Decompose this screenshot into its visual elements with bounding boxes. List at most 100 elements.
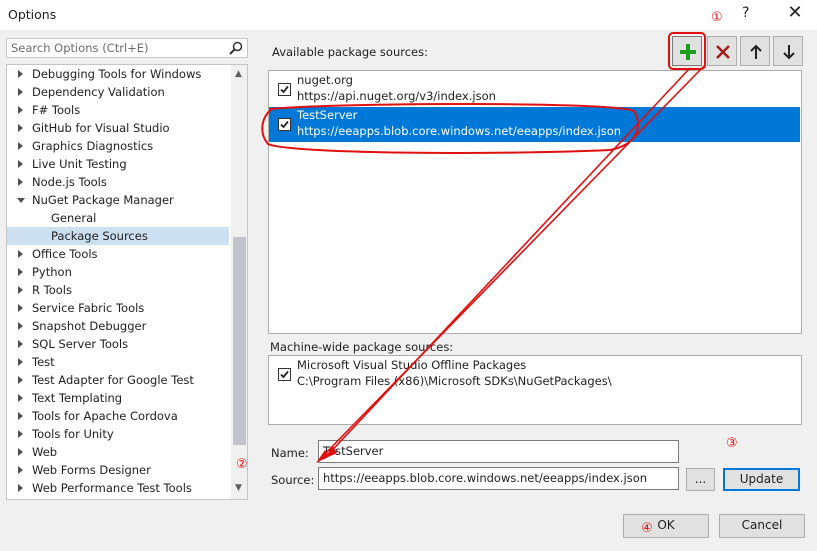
tree-item[interactable]: Text Templating (7, 389, 229, 407)
add-source-button[interactable] (672, 36, 702, 66)
chevron-right-icon[interactable] (18, 286, 23, 294)
chevron-right-icon[interactable] (18, 178, 23, 186)
chevron-right-icon[interactable] (18, 394, 23, 402)
tree-item-label: Dependency Validation (32, 85, 165, 99)
package-source-item[interactable]: nuget.org https://api.nuget.org/v3/index.… (269, 72, 800, 107)
tree-item-label: NuGet Package Manager (32, 193, 174, 207)
tree-item-label: Web Performance Test Tools (32, 481, 192, 495)
tree-item-label: Web (32, 445, 58, 459)
name-field[interactable]: TestServer (318, 440, 679, 463)
tree-item[interactable]: SQL Server Tools (7, 335, 229, 353)
chevron-right-icon[interactable] (18, 160, 23, 168)
remove-source-button[interactable] (707, 36, 737, 66)
move-up-button[interactable] (740, 36, 770, 66)
update-button[interactable]: Update (723, 468, 800, 491)
arrow-up-icon (750, 44, 762, 59)
tree-item-label: General (51, 211, 97, 225)
chevron-right-icon[interactable] (18, 448, 23, 456)
tree-item-label: Text Templating (32, 391, 123, 405)
tree-item[interactable]: Python (7, 263, 229, 281)
tree-item[interactable]: Test (7, 353, 229, 371)
tree-item-label: Debugging Tools for Windows (32, 67, 202, 81)
tree-item[interactable]: Office Tools (7, 245, 229, 263)
chevron-right-icon[interactable] (18, 304, 23, 312)
tree-item[interactable]: Graphics Diagnostics (7, 137, 229, 155)
tree-item-label: Service Fabric Tools (32, 301, 145, 315)
search-icon[interactable] (228, 40, 244, 56)
package-source-item[interactable]: Microsoft Visual Studio Offline Packages… (269, 357, 800, 392)
tree-item[interactable]: Service Fabric Tools (7, 299, 229, 317)
chevron-right-icon[interactable] (18, 106, 23, 114)
x-icon (716, 45, 730, 59)
cancel-button[interactable]: Cancel (719, 514, 805, 538)
package-source-item[interactable]: TestServer https://eeapps.blob.core.windo… (269, 107, 800, 142)
chevron-right-icon[interactable] (18, 250, 23, 258)
chevron-right-icon[interactable] (18, 412, 23, 420)
chevron-right-icon[interactable] (18, 88, 23, 96)
tree-item-label: Test Adapter for Google Test (32, 373, 194, 387)
enabled-checkbox[interactable] (278, 368, 291, 381)
tree-item[interactable]: R Tools (7, 281, 229, 299)
tree-item[interactable]: Web (7, 443, 229, 461)
browse-button[interactable]: ... (686, 468, 715, 491)
tree-item-label: F# Tools (32, 103, 81, 117)
chevron-right-icon[interactable] (18, 376, 23, 384)
chevron-right-icon[interactable] (18, 358, 23, 366)
tree-item-label: Node.js Tools (32, 175, 107, 189)
window-title: Options (8, 7, 57, 22)
help-button[interactable]: ? (742, 5, 749, 21)
tree-scrollbar[interactable]: ▲ ▼ (231, 65, 247, 499)
source-name: Microsoft Visual Studio Offline Packages (297, 358, 527, 372)
tree-item-label: Web Forms Designer (32, 463, 151, 477)
tree-item[interactable]: Dependency Validation (7, 83, 229, 101)
chevron-right-icon[interactable] (18, 466, 23, 474)
options-tree[interactable]: Debugging Tools for Windows Dependency Va… (6, 64, 248, 500)
tree-item-label: Live Unit Testing (32, 157, 127, 171)
tree-item[interactable]: Package Sources (7, 227, 229, 245)
chevron-right-icon[interactable] (18, 430, 23, 438)
tree-item[interactable]: Web Forms Designer (7, 461, 229, 479)
tree-item[interactable]: General (7, 209, 229, 227)
tree-item[interactable]: GitHub for Visual Studio (7, 119, 229, 137)
scroll-down-icon[interactable]: ▼ (235, 483, 242, 493)
tree-item[interactable]: Web Performance Test Tools (7, 479, 229, 497)
tree-item[interactable]: Tools for Unity (7, 425, 229, 443)
source-field[interactable]: https://eeapps.blob.core.windows.net/eea… (318, 467, 679, 490)
chevron-right-icon[interactable] (18, 484, 23, 492)
move-down-button[interactable] (773, 36, 803, 66)
annotation-step-2: ② (236, 457, 248, 472)
chevron-down-icon[interactable] (17, 198, 25, 203)
chevron-right-icon[interactable] (18, 340, 23, 348)
annotation-step-3: ③ (726, 436, 738, 451)
tree-item-label: GitHub for Visual Studio (32, 121, 170, 135)
chevron-right-icon[interactable] (18, 124, 23, 132)
close-button[interactable]: ✕ (785, 2, 805, 24)
tree-item[interactable]: Snapshot Debugger (7, 317, 229, 335)
tree-item[interactable]: Debugging Tools for Windows (7, 65, 229, 83)
source-url: https://eeapps.blob.core.windows.net/eea… (297, 124, 622, 138)
ok-button[interactable]: OK (623, 514, 709, 538)
chevron-right-icon[interactable] (18, 142, 23, 150)
search-box[interactable]: Search Options (Ctrl+E) (6, 38, 248, 58)
scroll-up-icon[interactable]: ▲ (235, 69, 242, 79)
tree-item[interactable]: Test Adapter for Google Test (7, 371, 229, 389)
enabled-checkbox[interactable] (278, 118, 291, 131)
chevron-right-icon[interactable] (18, 268, 23, 276)
tree-item-label: R Tools (32, 283, 72, 297)
chevron-right-icon[interactable] (18, 70, 23, 78)
scroll-thumb[interactable] (233, 237, 246, 445)
available-sources-list[interactable]: nuget.org https://api.nuget.org/v3/index.… (268, 70, 802, 334)
name-label: Name: (271, 446, 309, 460)
tree-item-label: Package Sources (51, 229, 148, 243)
search-input[interactable]: Search Options (Ctrl+E) (11, 41, 149, 55)
tree-item[interactable]: Tools for Apache Cordova (7, 407, 229, 425)
machine-wide-list[interactable]: Microsoft Visual Studio Offline Packages… (268, 355, 802, 425)
tree-item[interactable]: Live Unit Testing (7, 155, 229, 173)
chevron-right-icon[interactable] (18, 322, 23, 330)
tree-item[interactable]: NuGet Package Manager (7, 191, 229, 209)
tree-item[interactable]: F# Tools (7, 101, 229, 119)
tree-item[interactable]: Node.js Tools (7, 173, 229, 191)
enabled-checkbox[interactable] (278, 83, 291, 96)
tree-item-label: SQL Server Tools (32, 337, 129, 351)
title-bar: Options ? ✕ (0, 0, 817, 30)
